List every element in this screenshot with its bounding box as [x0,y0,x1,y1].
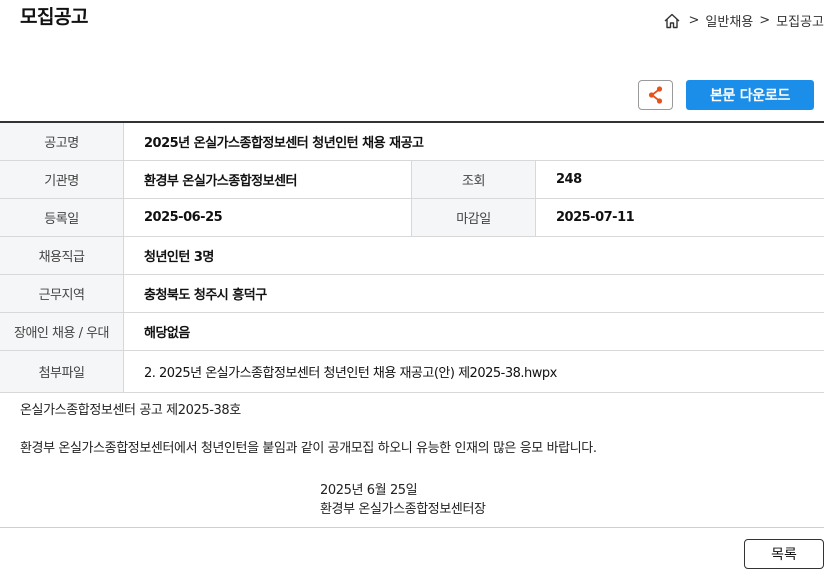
home-icon[interactable] [663,12,681,30]
disabled-hiring-label: 장애인 채용 / 우대 [0,313,124,350]
breadcrumb-item-notice[interactable]: 모집공고 [776,11,824,30]
table-row-rank: 채용직급 청년인턴 3명 [0,237,824,275]
breadcrumb-separator: > [759,13,771,28]
recruitment-info-table: 공고명 2025년 온실가스종합정보센터 청년인턴 채용 재공고 기관명 환경부… [0,121,824,393]
list-button[interactable]: 목록 [744,539,824,569]
deadline-label: 마감일 [412,199,536,236]
org-label: 기관명 [0,161,124,198]
location-label: 근무지역 [0,275,124,312]
table-row-attachment: 첨부파일 2. 2025년 온실가스종합정보센터 청년인턴 채용 재공고(안) … [0,351,824,393]
page-title: 모집공고 [20,6,88,28]
notice-message: 환경부 온실가스종합정보센터에서 청년인턴을 붙임과 같이 공개모집 하오니 유… [20,441,597,456]
notice-body: 온실가스종합정보센터 공고 제2025-38호 환경부 온실가스종합정보센터에서… [20,401,810,458]
org-value: 환경부 온실가스종합정보센터 [124,161,412,198]
location-value: 충청북도 청주시 흥덕구 [144,288,267,303]
views-value: 248 [556,172,582,187]
reg-date-label: 등록일 [0,199,124,236]
notice-date: 2025년 6월 25일 [320,483,418,498]
page: 모집공고 > 일반채용 > 모집공고 본문 다운로드 공고명 2025년 온실가… [0,0,824,569]
deadline-value: 2025-07-11 [556,210,635,225]
share-icon [648,86,662,104]
table-row-title: 공고명 2025년 온실가스종합정보센터 청년인턴 채용 재공고 [0,123,824,161]
title-value: 2025년 온실가스종합정보센터 청년인턴 채용 재공고 [144,136,424,151]
table-row-location: 근무지역 충청북도 청주시 흥덕구 [0,275,824,313]
disabled-hiring-value: 해당없음 [144,326,190,341]
breadcrumb-item-general-recruit[interactable]: 일반채용 [705,11,753,30]
table-row-disabled: 장애인 채용 / 우대 해당없음 [0,313,824,351]
reg-date-value: 2025-06-25 [124,199,412,236]
table-row-org: 기관명 환경부 온실가스종합정보센터 조회 248 [0,161,824,199]
notice-number: 온실가스종합정보센터 공고 제2025-38호 [20,403,241,418]
divider [0,527,824,528]
rank-label: 채용직급 [0,237,124,274]
attachment-label: 첨부파일 [0,351,124,392]
rank-value: 청년인턴 3명 [144,250,214,265]
signature-block: 2025년 6월 25일 환경부 온실가스종합정보센터장 [320,481,486,519]
attachment-link[interactable]: 2. 2025년 온실가스종합정보센터 청년인턴 채용 재공고(안) 제2025… [124,351,824,392]
download-body-button[interactable]: 본문 다운로드 [686,80,814,110]
breadcrumb: > 일반채용 > 모집공고 [663,11,824,30]
share-button[interactable] [638,80,673,110]
title-label: 공고명 [0,123,124,160]
views-label: 조회 [412,161,536,198]
notice-signer: 환경부 온실가스종합정보센터장 [320,502,486,517]
breadcrumb-separator: > [688,13,700,28]
table-row-dates: 등록일 2025-06-25 마감일 2025-07-11 [0,199,824,237]
